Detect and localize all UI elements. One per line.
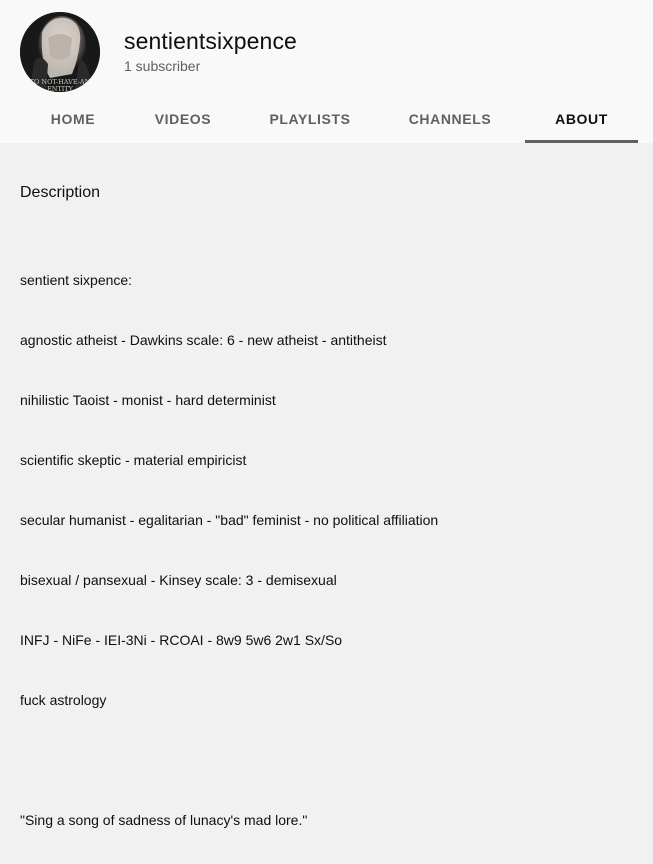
channel-avatar[interactable]: TO NOT-HAVE-AN ENTITY — [20, 12, 100, 92]
avatar-image: TO NOT-HAVE-AN ENTITY — [20, 12, 100, 92]
description-line: fuck astrology — [20, 692, 107, 708]
tab-about[interactable]: ABOUT — [525, 100, 638, 143]
description-line: sentient sixpence: — [20, 272, 133, 288]
description-text: sentient sixpence: agnostic atheist - Da… — [20, 230, 438, 864]
description-heading: Description — [20, 184, 101, 201]
description-line: scientific skeptic - material empiricist — [20, 452, 247, 468]
subscriber-count: 1 subscriber — [124, 58, 201, 74]
description-line: INFJ - NiFe - IEI-3Ni - RCOAI - 8w9 5w6 … — [20, 632, 343, 648]
svg-text:ENTITY: ENTITY — [47, 85, 74, 92]
description-line: nihilistic Taoist - monist - hard determ… — [20, 392, 276, 408]
tab-channels[interactable]: CHANNELS — [398, 100, 502, 143]
tab-home[interactable]: HOME — [37, 100, 109, 143]
description-line — [20, 750, 438, 770]
channel-name: sentientsixpence — [124, 28, 297, 54]
channel-header: TO NOT-HAVE-AN ENTITY sentientsixpence 1… — [0, 0, 653, 143]
tab-playlists[interactable]: PLAYLISTS — [258, 100, 362, 143]
description-line: secular humanist - egalitarian - "bad" f… — [20, 512, 439, 528]
description-line: agnostic atheist - Dawkins scale: 6 - ne… — [20, 332, 387, 348]
channel-tabs: HOME VIDEOS PLAYLISTS CHANNELS ABOUT — [0, 100, 653, 143]
description-line: bisexual / pansexual - Kinsey scale: 3 -… — [20, 572, 337, 588]
tab-videos[interactable]: VIDEOS — [145, 100, 221, 143]
description-line: "Sing a song of sadness of lunacy's mad … — [20, 812, 308, 828]
